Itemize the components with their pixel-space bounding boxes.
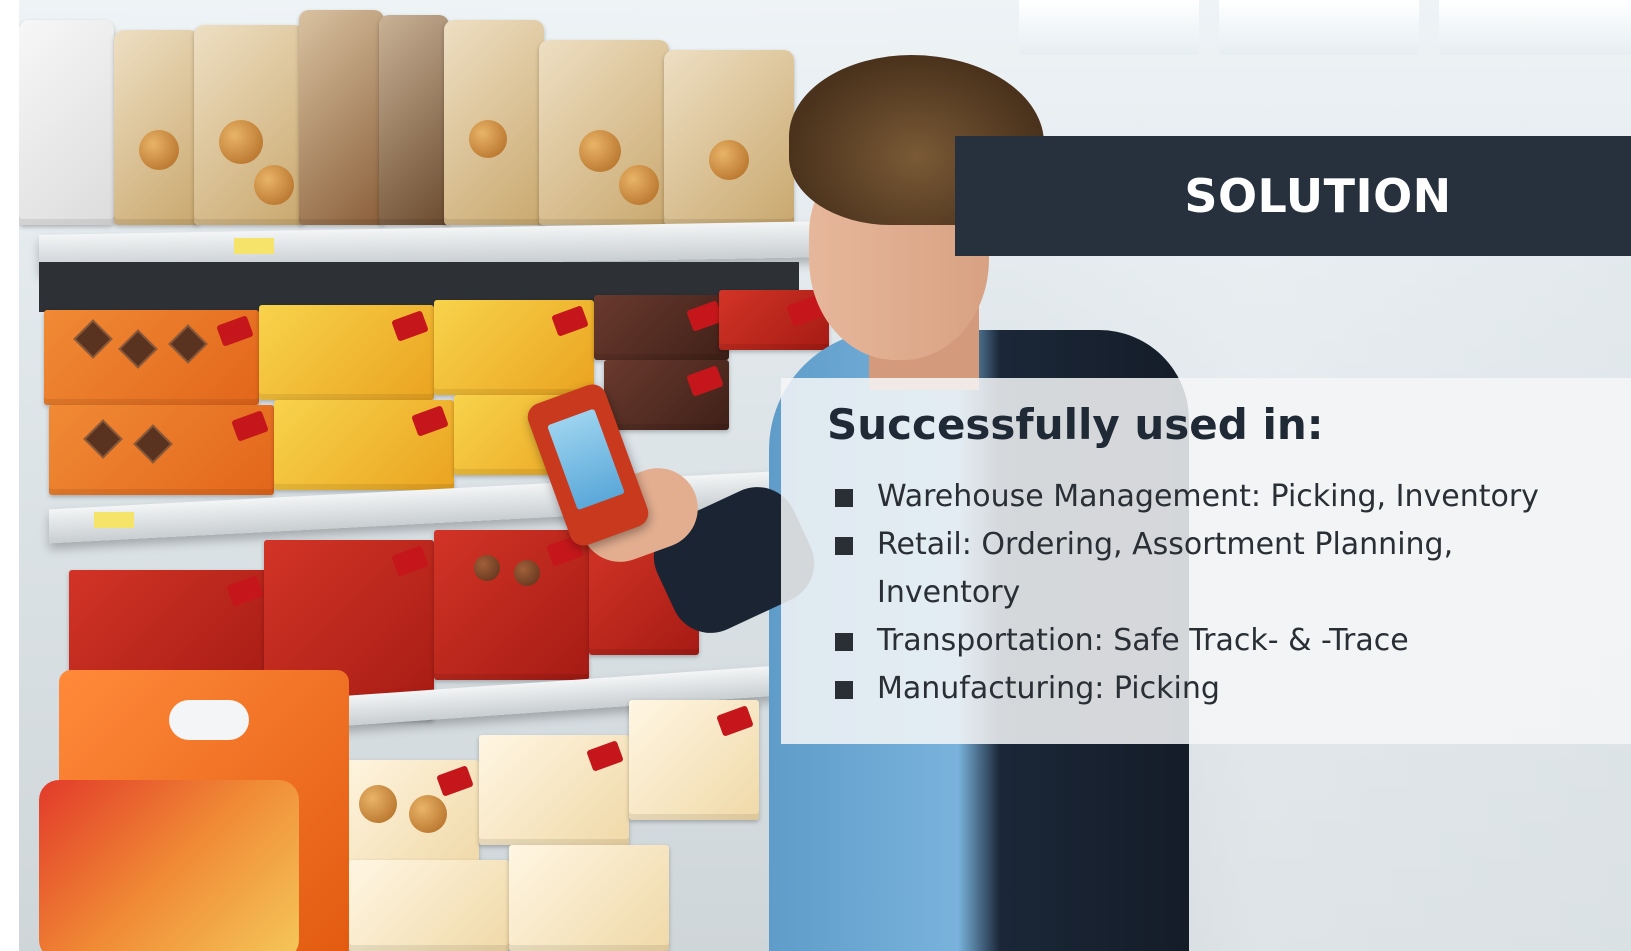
- product-box: [479, 735, 629, 845]
- bullet-item: Transportation: Safe Track- & -Trace: [835, 617, 1605, 665]
- product-bag: [19, 20, 114, 225]
- product-bag: [114, 30, 199, 225]
- cookie: [139, 130, 179, 170]
- product-box: [719, 290, 829, 350]
- bullet-item: Warehouse Management: Picking, Inventory: [835, 473, 1605, 521]
- cookie: [514, 560, 540, 586]
- bullet-text: Transportation: Safe Track- & -Trace: [877, 623, 1409, 658]
- slide-title: SOLUTION: [1184, 169, 1452, 223]
- square-bullet-icon: [835, 681, 853, 699]
- cookie: [219, 120, 263, 164]
- product-box: [259, 305, 434, 400]
- bullet-item: Manufacturing: Picking: [835, 665, 1605, 713]
- bullet-text: Warehouse Management: Picking, Inventory: [877, 479, 1539, 514]
- cookie: [359, 785, 397, 823]
- ceiling-light: [1219, 0, 1419, 55]
- product-bag: [664, 50, 794, 225]
- product-box: [329, 760, 479, 870]
- square-bullet-icon: [835, 489, 853, 507]
- cookie: [619, 165, 659, 205]
- product-box: [44, 310, 259, 405]
- device-screen: [547, 408, 625, 511]
- product-bag: [379, 15, 449, 225]
- basket-products: [39, 780, 299, 951]
- product-box: [434, 530, 589, 680]
- square-bullet-icon: [835, 537, 853, 555]
- price-label: [234, 238, 274, 254]
- cookie: [469, 120, 507, 158]
- product-box: [349, 860, 509, 951]
- cookie: [579, 130, 621, 172]
- content-heading: Successfully used in:: [827, 400, 1324, 449]
- product-box: [604, 360, 729, 430]
- product-box: [509, 845, 669, 951]
- bullet-text: Manufacturing: Picking: [877, 671, 1220, 706]
- content-panel: Successfully used in: Warehouse Manageme…: [781, 378, 1631, 744]
- bullet-item: Retail: Ordering, Assortment Planning, I…: [835, 521, 1605, 617]
- ceiling-light: [1439, 0, 1631, 55]
- product-box: [594, 295, 729, 360]
- price-label: [94, 512, 134, 528]
- product-box: [434, 300, 594, 395]
- cookie: [409, 795, 447, 833]
- square-bullet-icon: [835, 633, 853, 651]
- bullet-text: Retail: Ordering, Assortment Planning, I…: [877, 527, 1454, 610]
- product-box: [274, 400, 454, 490]
- cookie: [254, 165, 294, 205]
- presentation-slide: SOLUTION Successfully used in: Warehouse…: [0, 0, 1631, 951]
- product-box: [629, 700, 759, 820]
- cookie: [474, 555, 500, 581]
- bullet-list: Warehouse Management: Picking, Inventory…: [835, 473, 1605, 713]
- product-bag: [299, 10, 384, 225]
- cookie: [709, 140, 749, 180]
- title-bar: SOLUTION: [955, 136, 1631, 256]
- ceiling-light: [1019, 0, 1199, 55]
